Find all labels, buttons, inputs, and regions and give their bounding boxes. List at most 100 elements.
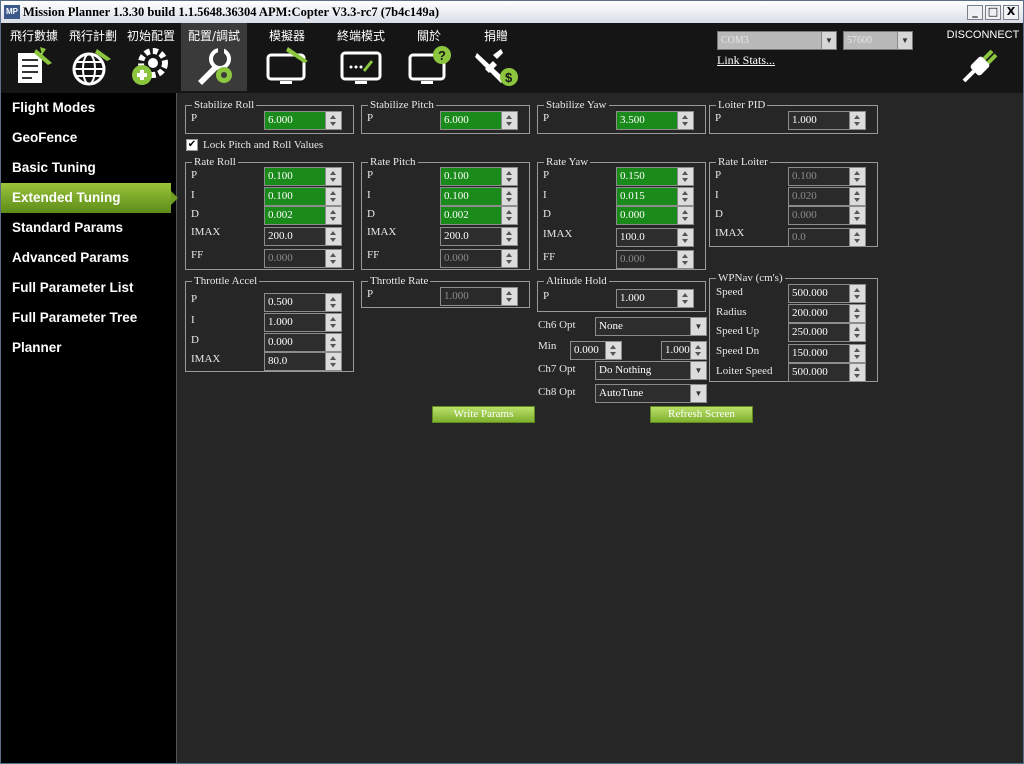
spinner-icon[interactable]	[849, 112, 865, 129]
spinner-icon[interactable]	[677, 207, 693, 224]
spinner-icon[interactable]	[325, 334, 341, 351]
rate-roll-i-input[interactable]: 0.100	[264, 187, 342, 206]
maximize-button[interactable]: □	[985, 5, 1001, 20]
wpnav-loiter-speed-input[interactable]: 500.000	[788, 363, 866, 382]
menu-initial-setup[interactable]: 初始配置	[123, 23, 179, 91]
spinner-icon[interactable]	[677, 290, 693, 307]
spinner-icon[interactable]	[849, 168, 865, 185]
wpnav-speed-input[interactable]: 500.000	[788, 284, 866, 303]
spinner-icon[interactable]	[849, 285, 865, 302]
ch7-opt-select[interactable]: Do Nothing ▼	[595, 361, 707, 380]
spinner-icon[interactable]	[849, 305, 865, 322]
spinner-icon[interactable]	[677, 112, 693, 129]
rate-yaw-ff-input[interactable]: 0.000	[616, 250, 694, 269]
rate-loiter-i-input[interactable]: 0.020	[788, 187, 866, 206]
sidebar-item-basic-tuning[interactable]: Basic Tuning	[1, 153, 177, 183]
close-button[interactable]: X	[1003, 5, 1019, 20]
spinner-icon[interactable]	[849, 364, 865, 381]
spinner-icon[interactable]	[501, 288, 517, 305]
spinner-icon[interactable]	[849, 345, 865, 362]
rate-pitch-d-input[interactable]: 0.002	[440, 206, 518, 225]
menu-simulation[interactable]: 模擬器	[253, 23, 321, 91]
disconnect-button[interactable]: DISCONNECT	[945, 29, 1021, 89]
rate-yaw-imax-input[interactable]: 100.0	[616, 228, 694, 247]
stabilize-pitch-p-input[interactable]: 6.000	[440, 111, 518, 130]
rate-pitch-imax-input[interactable]: 200.0	[440, 227, 518, 246]
sidebar-item-advanced-params[interactable]: Advanced Params	[1, 243, 177, 273]
spinner-icon[interactable]	[501, 112, 517, 129]
spinner-icon[interactable]	[605, 342, 621, 359]
spinner-icon[interactable]	[325, 353, 341, 370]
spinner-icon[interactable]	[849, 188, 865, 205]
spinner-icon[interactable]	[677, 188, 693, 205]
spinner-icon[interactable]	[677, 168, 693, 185]
loiter-pid-p-input[interactable]: 1.000	[788, 111, 866, 130]
stabilize-yaw-p-input[interactable]: 3.500	[616, 111, 694, 130]
link-stats-link[interactable]: Link Stats...	[717, 53, 775, 68]
rate-yaw-d-input[interactable]: 0.000	[616, 206, 694, 225]
spinner-icon[interactable]	[501, 168, 517, 185]
baud-rate-select[interactable]: 57600 ▼	[843, 31, 913, 50]
spinner-icon[interactable]	[325, 314, 341, 331]
altitude-hold-p-input[interactable]: 1.000	[616, 289, 694, 308]
sidebar-item-extended-tuning[interactable]: Extended Tuning	[1, 183, 178, 213]
rate-roll-ff-input[interactable]: 0.000	[264, 249, 342, 268]
menu-help[interactable]: 關於 ?	[399, 23, 459, 91]
spinner-icon[interactable]	[677, 229, 693, 246]
spinner-icon[interactable]	[325, 112, 341, 129]
ch8-opt-select[interactable]: AutoTune ▼	[595, 384, 707, 403]
sidebar-item-flight-modes[interactable]: Flight Modes	[1, 93, 177, 123]
sidebar-item-full-parameter-tree[interactable]: Full Parameter Tree	[1, 303, 177, 333]
sidebar-item-geofence[interactable]: GeoFence	[1, 123, 177, 153]
menu-flight-data[interactable]: 飛行數據	[5, 23, 63, 91]
rate-loiter-p-input[interactable]: 0.100	[788, 167, 866, 186]
rate-roll-d-input[interactable]: 0.002	[264, 206, 342, 225]
sidebar-item-full-parameter-list[interactable]: Full Parameter List	[1, 273, 177, 303]
refresh-screen-button[interactable]: Refresh Screen	[650, 406, 753, 423]
spinner-icon[interactable]	[501, 188, 517, 205]
spinner-icon[interactable]	[325, 294, 341, 311]
minimize-button[interactable]: _	[967, 5, 983, 20]
menu-config-tuning[interactable]: 配置/調試	[181, 23, 247, 91]
menu-flight-plan[interactable]: 飛行計劃	[65, 23, 121, 91]
wpnav-speed-up-input[interactable]: 250.000	[788, 323, 866, 342]
spinner-icon[interactable]	[325, 250, 341, 267]
throttle-accel-p-input[interactable]: 0.500	[264, 293, 342, 312]
sidebar-item-standard-params[interactable]: Standard Params	[1, 213, 177, 243]
spinner-icon[interactable]	[501, 228, 517, 245]
spinner-icon[interactable]	[501, 250, 517, 267]
rate-pitch-ff-input[interactable]: 0.000	[440, 249, 518, 268]
wpnav-speed-dn-input[interactable]: 150.000	[788, 344, 866, 363]
ch6-opt-select[interactable]: None ▼	[595, 317, 707, 336]
rate-yaw-i-input[interactable]: 0.015	[616, 187, 694, 206]
spinner-icon[interactable]	[325, 188, 341, 205]
spinner-icon[interactable]	[325, 228, 341, 245]
rate-loiter-d-input[interactable]: 0.000	[788, 206, 866, 225]
rate-roll-imax-input[interactable]: 200.0	[264, 227, 342, 246]
menu-terminal[interactable]: 終端模式	[327, 23, 395, 91]
lock-pitch-roll-checkbox[interactable]: ✔	[186, 139, 198, 151]
ch6-min-input[interactable]: 0.000	[570, 341, 622, 360]
spinner-icon[interactable]	[849, 207, 865, 224]
rate-loiter-imax-input[interactable]: 0.0	[788, 228, 866, 247]
ch6-max-input[interactable]: 1.000	[661, 341, 707, 360]
write-params-button[interactable]: Write Params	[432, 406, 535, 423]
spinner-icon[interactable]	[677, 251, 693, 268]
spinner-icon[interactable]	[690, 342, 706, 359]
rate-pitch-p-input[interactable]: 0.100	[440, 167, 518, 186]
rate-roll-p-input[interactable]: 0.100	[264, 167, 342, 186]
wpnav-radius-input[interactable]: 200.000	[788, 304, 866, 323]
spinner-icon[interactable]	[849, 229, 865, 246]
menu-donate[interactable]: 捐贈 $	[463, 23, 529, 91]
rate-pitch-i-input[interactable]: 0.100	[440, 187, 518, 206]
spinner-icon[interactable]	[325, 207, 341, 224]
throttle-accel-i-input[interactable]: 1.000	[264, 313, 342, 332]
throttle-accel-d-input[interactable]: 0.000	[264, 333, 342, 352]
rate-yaw-p-input[interactable]: 0.150	[616, 167, 694, 186]
stabilize-roll-p-input[interactable]: 6.000	[264, 111, 342, 130]
spinner-icon[interactable]	[501, 207, 517, 224]
throttle-accel-imax-input[interactable]: 80.0	[264, 352, 342, 371]
throttle-rate-p-input[interactable]: 1.000	[440, 287, 518, 306]
com-port-select[interactable]: COM3 ▼	[717, 31, 837, 50]
spinner-icon[interactable]	[849, 324, 865, 341]
